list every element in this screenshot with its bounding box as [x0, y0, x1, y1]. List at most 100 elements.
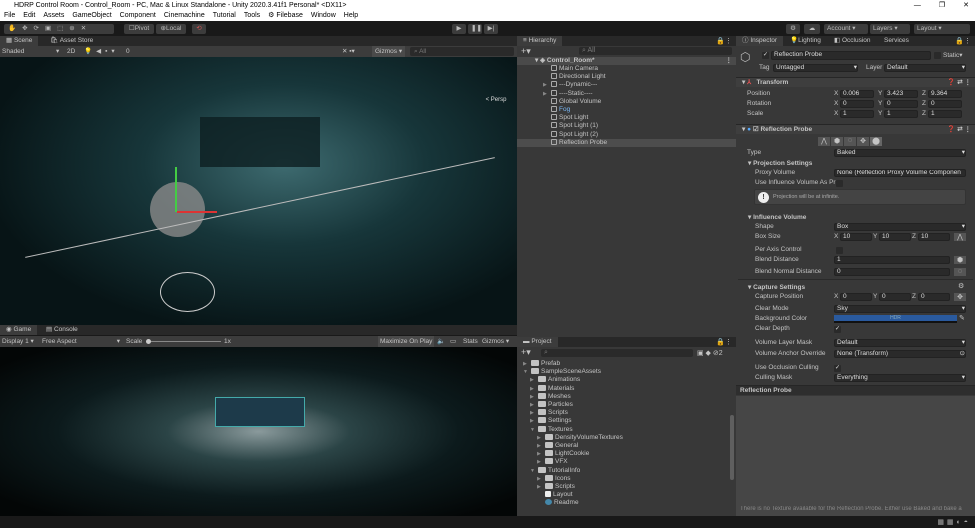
project-item[interactable]: ▶ General [517, 442, 728, 450]
game-viewport[interactable] [0, 347, 517, 516]
v-scale-y-field[interactable]: 1 [884, 110, 918, 118]
hierarchy-item[interactable]: Spot Light [517, 114, 736, 122]
edit-blend-icon[interactable]: ⬢ [831, 137, 843, 146]
use-influence-checkbox[interactable] [836, 180, 843, 187]
play-button[interactable]: ▶ [452, 24, 466, 34]
expand-arrow-icon[interactable]: ▼ [523, 368, 531, 376]
edit-blend-button[interactable]: ⬢ [954, 256, 966, 264]
hierarchy-item[interactable]: ▶ ----Static---- [517, 89, 736, 98]
project-search-input[interactable]: ⌕ [541, 349, 693, 357]
expand-arrow-icon[interactable]: ▶ [543, 90, 551, 98]
project-lock-icon[interactable]: 🔒⋮ [716, 338, 732, 346]
move-handle-x[interactable] [177, 211, 217, 213]
cappos-x-field[interactable]: 0 [840, 293, 872, 301]
project-item[interactable]: ▶ LightCookie [517, 450, 728, 458]
static-checkbox[interactable] [934, 52, 941, 59]
tab-services[interactable]: Services [878, 36, 915, 46]
pause-button[interactable]: ❚❚ [468, 24, 482, 34]
shortcuts-icon[interactable]: ▭ [450, 336, 456, 347]
expand-arrow-icon[interactable]: ▶ [537, 450, 545, 458]
scene-view-toggles[interactable]: 💡◀▪▾ [84, 46, 119, 57]
expand-arrow-icon[interactable]: ▼ [530, 426, 538, 434]
hierarchy-item[interactable]: Directional Light [517, 73, 736, 81]
hierarchy-search-input[interactable]: ⌕ All [579, 47, 732, 55]
project-item[interactable]: ▶ Meshes [517, 392, 728, 401]
edit-capture-button[interactable]: ✥ [954, 293, 966, 301]
reflection-probe-header[interactable]: ▾ ● ☑ Reflection Probe ❓ ⇄ ⋮ [736, 124, 975, 134]
expand-arrow-icon[interactable]: ▶ [537, 434, 545, 442]
project-item[interactable]: ▶ Icons [517, 474, 728, 483]
edit-normal-blend-icon[interactable]: ◌ [844, 137, 856, 146]
tab-project[interactable]: ▬ Project [517, 337, 558, 347]
scene-viewport[interactable]: < Persp [0, 57, 517, 325]
menu-window[interactable]: Window [311, 11, 336, 21]
expand-arrow-icon[interactable]: ▶ [537, 483, 545, 491]
transform-tools[interactable]: ✋✥⟳▣⬚⊛✕ [4, 24, 114, 34]
volume-layer-mask-dropdown[interactable]: Default ▾ [834, 339, 966, 347]
aspect-dropdown[interactable]: Free Aspect ▾ [42, 336, 120, 347]
hierarchy-item[interactable]: Fog [517, 106, 736, 114]
tab-inspector[interactable]: ⓘ Inspector [736, 36, 784, 46]
boxsize-z-field[interactable]: 10 [918, 233, 950, 241]
hierarchy-item[interactable]: Global Volume [517, 97, 736, 106]
eyedropper-icon[interactable]: ✎ [959, 314, 965, 322]
scene-gizmo[interactable]: < Persp [478, 62, 514, 107]
project-item[interactable]: ▼ Textures [517, 425, 728, 434]
expand-arrow-icon[interactable]: ▼ [530, 467, 538, 475]
game-gizmos-dropdown[interactable]: Gizmos ▾ [482, 336, 509, 347]
static-dropdown[interactable]: Static▾ [943, 52, 963, 60]
menu-tutorial[interactable]: Tutorial [213, 11, 236, 21]
maximize-button[interactable]: ❐ [939, 0, 945, 11]
project-create-button[interactable]: +▾ [521, 348, 531, 357]
project-item[interactable]: ▶ Scripts [517, 483, 728, 491]
v-rotation-y-field[interactable]: 0 [884, 100, 918, 108]
capture-settings-foldout[interactable]: ▾ Capture Settings [748, 283, 805, 291]
cappos-y-field[interactable]: 0 [879, 293, 911, 301]
expand-arrow-icon[interactable]: ▶ [523, 360, 531, 368]
menu-tools[interactable]: Tools [244, 11, 260, 21]
hierarchy-item[interactable]: Spot Light (1) [517, 122, 736, 130]
maximize-on-play-toggle[interactable]: Maximize On Play [378, 336, 435, 347]
expand-arrow-icon[interactable]: ▶ [530, 417, 538, 425]
scene-search-input[interactable]: ⌕ All [410, 47, 514, 56]
tab-console[interactable]: ▤ Console [40, 325, 84, 335]
account-dropdown[interactable]: Account ▾ [824, 24, 868, 34]
influence-volume-foldout[interactable]: ▾ Influence Volume [748, 213, 806, 221]
type-dropdown[interactable]: Baked ▾ [834, 149, 966, 157]
project-item[interactable]: ▼ SampleSceneAssets [517, 368, 728, 376]
per-axis-checkbox[interactable] [836, 247, 843, 254]
blend-normal-field[interactable]: 0 [834, 268, 950, 276]
menu-cinemachine[interactable]: Cinemachine [164, 11, 205, 21]
project-filter-icons[interactable]: ▣ ◆ ⊘2 [697, 349, 723, 357]
tag-dropdown[interactable]: Untagged ▾ [773, 64, 858, 72]
layers-dropdown[interactable]: Layers ▾ [870, 24, 910, 34]
edit-normal-button[interactable]: ◌ [954, 268, 966, 276]
occlusion-culling-checkbox[interactable]: ✓ [834, 365, 841, 372]
close-button[interactable]: ✕ [963, 0, 969, 11]
cappos-z-field[interactable]: 0 [918, 293, 950, 301]
create-button[interactable]: +▾ [521, 47, 531, 56]
edit-box-icon[interactable]: ⋀ [954, 233, 966, 241]
v-position-z-field[interactable]: 9.364 [928, 90, 962, 98]
object-name-field[interactable]: Reflection Probe [771, 51, 931, 60]
tab-asset-store[interactable]: 🛍 Asset Store [44, 36, 99, 46]
component-menu-icons[interactable]: ❓ ⇄ ⋮ [947, 78, 971, 88]
edit-capture-point-icon[interactable]: ✥ [857, 137, 869, 146]
v-position-x-field[interactable]: 0.006 [840, 90, 874, 98]
pivot-toggle[interactable]: ☐Pivot [124, 24, 154, 34]
project-item[interactable]: ▶ VFX [517, 458, 728, 466]
clear-mode-dropdown[interactable]: Sky ▾ [834, 305, 966, 313]
tab-lighting[interactable]: 💡Lighting [784, 36, 827, 46]
project-item[interactable]: ▶ Scripts [517, 409, 728, 417]
project-item[interactable]: ▶ DensityVolumeTextures [517, 433, 728, 442]
status-icons[interactable]: ▦▦◐◓ [937, 518, 971, 526]
project-item[interactable]: ▶ Materials [517, 384, 728, 393]
menu-file[interactable]: File [4, 11, 15, 21]
boxsize-x-field[interactable]: 10 [840, 233, 872, 241]
menu-edit[interactable]: Edit [23, 11, 35, 21]
expand-arrow-icon[interactable]: ▶ [537, 458, 545, 466]
clear-depth-checkbox[interactable]: ✓ [834, 326, 841, 333]
v-rotation-z-field[interactable]: 0 [928, 100, 962, 108]
hierarchy-item[interactable]: Spot Light (2) [517, 130, 736, 139]
hierarchy-item[interactable]: Main Camera [517, 65, 736, 73]
